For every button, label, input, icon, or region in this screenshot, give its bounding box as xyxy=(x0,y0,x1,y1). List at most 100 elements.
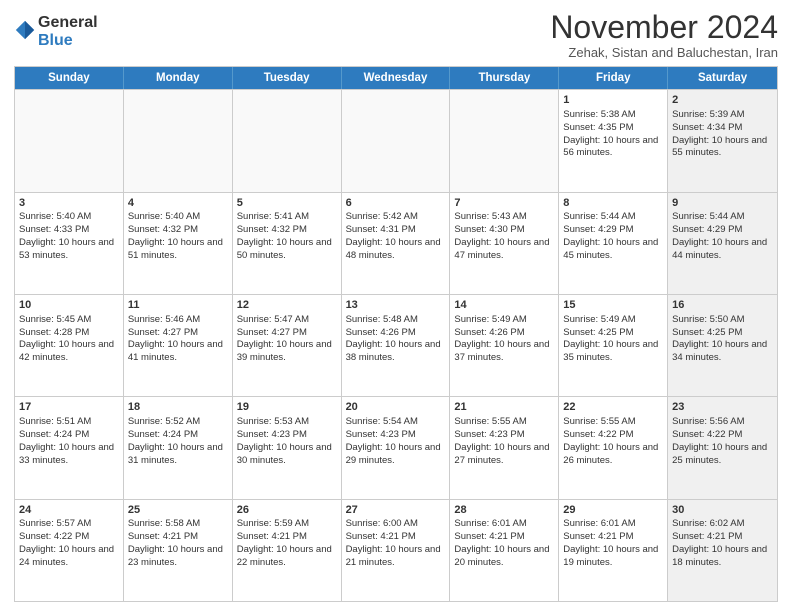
day-info: Sunrise: 6:01 AM Sunset: 4:21 PM Dayligh… xyxy=(454,518,549,567)
calendar-cell: 14Sunrise: 5:49 AM Sunset: 4:26 PM Dayli… xyxy=(450,295,559,396)
calendar-cell: 20Sunrise: 5:54 AM Sunset: 4:23 PM Dayli… xyxy=(342,397,451,498)
day-info: Sunrise: 5:44 AM Sunset: 4:29 PM Dayligh… xyxy=(563,211,658,260)
day-number: 11 xyxy=(128,298,228,313)
day-number: 9 xyxy=(672,196,773,211)
header: General Blue November 2024 Zehak, Sistan… xyxy=(14,10,778,60)
day-number: 19 xyxy=(237,400,337,415)
calendar-cell: 29Sunrise: 6:01 AM Sunset: 4:21 PM Dayli… xyxy=(559,500,668,601)
day-number: 26 xyxy=(237,503,337,518)
day-info: Sunrise: 5:42 AM Sunset: 4:31 PM Dayligh… xyxy=(346,211,441,260)
day-number: 17 xyxy=(19,400,119,415)
day-info: Sunrise: 5:43 AM Sunset: 4:30 PM Dayligh… xyxy=(454,211,549,260)
day-info: Sunrise: 5:41 AM Sunset: 4:32 PM Dayligh… xyxy=(237,211,332,260)
day-number: 6 xyxy=(346,196,446,211)
logo-general: General xyxy=(38,14,98,32)
calendar-cell xyxy=(233,90,342,191)
calendar-cell: 16Sunrise: 5:50 AM Sunset: 4:25 PM Dayli… xyxy=(668,295,777,396)
day-info: Sunrise: 5:40 AM Sunset: 4:33 PM Dayligh… xyxy=(19,211,114,260)
header-right: November 2024 Zehak, Sistan and Baluches… xyxy=(550,10,778,60)
day-number: 4 xyxy=(128,196,228,211)
day-info: Sunrise: 5:59 AM Sunset: 4:21 PM Dayligh… xyxy=(237,518,332,567)
logo-text: General Blue xyxy=(38,14,98,49)
weekday-header: Monday xyxy=(124,67,233,89)
day-number: 22 xyxy=(563,400,663,415)
day-info: Sunrise: 5:47 AM Sunset: 4:27 PM Dayligh… xyxy=(237,314,332,363)
calendar-cell: 30Sunrise: 6:02 AM Sunset: 4:21 PM Dayli… xyxy=(668,500,777,601)
calendar-cell: 10Sunrise: 5:45 AM Sunset: 4:28 PM Dayli… xyxy=(15,295,124,396)
location: Zehak, Sistan and Baluchestan, Iran xyxy=(550,45,778,60)
calendar-cell: 21Sunrise: 5:55 AM Sunset: 4:23 PM Dayli… xyxy=(450,397,559,498)
calendar-cell: 26Sunrise: 5:59 AM Sunset: 4:21 PM Dayli… xyxy=(233,500,342,601)
day-number: 5 xyxy=(237,196,337,211)
weekday-header: Friday xyxy=(559,67,668,89)
calendar-row: 10Sunrise: 5:45 AM Sunset: 4:28 PM Dayli… xyxy=(15,294,777,396)
day-number: 29 xyxy=(563,503,663,518)
day-number: 28 xyxy=(454,503,554,518)
day-info: Sunrise: 5:46 AM Sunset: 4:27 PM Dayligh… xyxy=(128,314,223,363)
month-title: November 2024 xyxy=(550,10,778,45)
weekday-header: Tuesday xyxy=(233,67,342,89)
day-info: Sunrise: 5:48 AM Sunset: 4:26 PM Dayligh… xyxy=(346,314,441,363)
day-info: Sunrise: 5:55 AM Sunset: 4:23 PM Dayligh… xyxy=(454,416,549,465)
calendar-cell: 2Sunrise: 5:39 AM Sunset: 4:34 PM Daylig… xyxy=(668,90,777,191)
day-number: 20 xyxy=(346,400,446,415)
day-info: Sunrise: 6:02 AM Sunset: 4:21 PM Dayligh… xyxy=(672,518,767,567)
calendar-cell: 18Sunrise: 5:52 AM Sunset: 4:24 PM Dayli… xyxy=(124,397,233,498)
day-number: 16 xyxy=(672,298,773,313)
day-info: Sunrise: 5:38 AM Sunset: 4:35 PM Dayligh… xyxy=(563,109,658,158)
calendar-cell xyxy=(342,90,451,191)
day-info: Sunrise: 5:45 AM Sunset: 4:28 PM Dayligh… xyxy=(19,314,114,363)
logo-icon xyxy=(14,19,36,41)
calendar-cell: 6Sunrise: 5:42 AM Sunset: 4:31 PM Daylig… xyxy=(342,193,451,294)
calendar-cell: 9Sunrise: 5:44 AM Sunset: 4:29 PM Daylig… xyxy=(668,193,777,294)
calendar-cell: 7Sunrise: 5:43 AM Sunset: 4:30 PM Daylig… xyxy=(450,193,559,294)
day-info: Sunrise: 6:00 AM Sunset: 4:21 PM Dayligh… xyxy=(346,518,441,567)
calendar-cell: 4Sunrise: 5:40 AM Sunset: 4:32 PM Daylig… xyxy=(124,193,233,294)
calendar-cell: 3Sunrise: 5:40 AM Sunset: 4:33 PM Daylig… xyxy=(15,193,124,294)
day-number: 8 xyxy=(563,196,663,211)
calendar-cell: 5Sunrise: 5:41 AM Sunset: 4:32 PM Daylig… xyxy=(233,193,342,294)
calendar-cell: 12Sunrise: 5:47 AM Sunset: 4:27 PM Dayli… xyxy=(233,295,342,396)
calendar-row: 17Sunrise: 5:51 AM Sunset: 4:24 PM Dayli… xyxy=(15,396,777,498)
day-number: 15 xyxy=(563,298,663,313)
calendar-cell: 13Sunrise: 5:48 AM Sunset: 4:26 PM Dayli… xyxy=(342,295,451,396)
calendar-cell: 17Sunrise: 5:51 AM Sunset: 4:24 PM Dayli… xyxy=(15,397,124,498)
calendar-cell xyxy=(450,90,559,191)
calendar-cell: 24Sunrise: 5:57 AM Sunset: 4:22 PM Dayli… xyxy=(15,500,124,601)
weekday-header: Saturday xyxy=(668,67,777,89)
calendar-cell: 22Sunrise: 5:55 AM Sunset: 4:22 PM Dayli… xyxy=(559,397,668,498)
weekday-header: Thursday xyxy=(450,67,559,89)
day-number: 14 xyxy=(454,298,554,313)
logo: General Blue xyxy=(14,14,98,49)
calendar-header: SundayMondayTuesdayWednesdayThursdayFrid… xyxy=(15,67,777,89)
day-number: 2 xyxy=(672,93,773,108)
calendar-cell: 8Sunrise: 5:44 AM Sunset: 4:29 PM Daylig… xyxy=(559,193,668,294)
day-number: 21 xyxy=(454,400,554,415)
day-info: Sunrise: 5:55 AM Sunset: 4:22 PM Dayligh… xyxy=(563,416,658,465)
day-info: Sunrise: 5:54 AM Sunset: 4:23 PM Dayligh… xyxy=(346,416,441,465)
day-info: Sunrise: 5:49 AM Sunset: 4:25 PM Dayligh… xyxy=(563,314,658,363)
calendar-cell xyxy=(15,90,124,191)
calendar-cell: 28Sunrise: 6:01 AM Sunset: 4:21 PM Dayli… xyxy=(450,500,559,601)
calendar-row: 3Sunrise: 5:40 AM Sunset: 4:33 PM Daylig… xyxy=(15,192,777,294)
day-number: 10 xyxy=(19,298,119,313)
day-number: 24 xyxy=(19,503,119,518)
day-number: 25 xyxy=(128,503,228,518)
day-number: 1 xyxy=(563,93,663,108)
day-info: Sunrise: 5:39 AM Sunset: 4:34 PM Dayligh… xyxy=(672,109,767,158)
calendar-cell: 25Sunrise: 5:58 AM Sunset: 4:21 PM Dayli… xyxy=(124,500,233,601)
day-number: 7 xyxy=(454,196,554,211)
weekday-header: Sunday xyxy=(15,67,124,89)
day-info: Sunrise: 6:01 AM Sunset: 4:21 PM Dayligh… xyxy=(563,518,658,567)
calendar-cell: 19Sunrise: 5:53 AM Sunset: 4:23 PM Dayli… xyxy=(233,397,342,498)
weekday-header: Wednesday xyxy=(342,67,451,89)
logo-blue: Blue xyxy=(38,32,98,50)
calendar-row: 1Sunrise: 5:38 AM Sunset: 4:35 PM Daylig… xyxy=(15,89,777,191)
day-info: Sunrise: 5:50 AM Sunset: 4:25 PM Dayligh… xyxy=(672,314,767,363)
day-number: 3 xyxy=(19,196,119,211)
calendar: SundayMondayTuesdayWednesdayThursdayFrid… xyxy=(14,66,778,602)
calendar-cell xyxy=(124,90,233,191)
day-number: 27 xyxy=(346,503,446,518)
calendar-page: General Blue November 2024 Zehak, Sistan… xyxy=(0,0,792,612)
calendar-cell: 1Sunrise: 5:38 AM Sunset: 4:35 PM Daylig… xyxy=(559,90,668,191)
